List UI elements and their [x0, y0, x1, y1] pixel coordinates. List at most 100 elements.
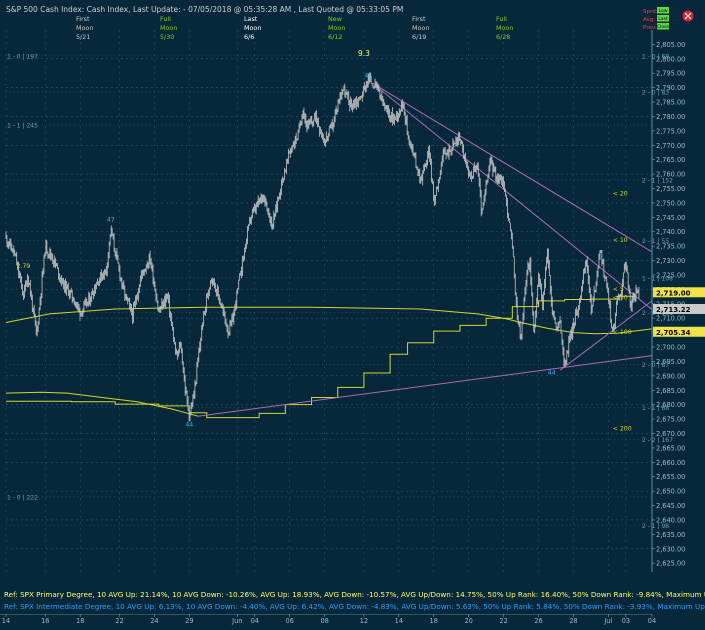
x-tick-label: 22: [115, 617, 123, 625]
annotation-label: 47: [107, 217, 115, 224]
annotation-label: 44: [548, 369, 556, 376]
y-tick-label: 2,725.00: [656, 271, 685, 279]
y-tick-label: 2,780.00: [656, 113, 685, 121]
chart-title: S&P 500 Cash Index: Cash Index, Last Upd…: [6, 5, 403, 14]
y-tick-label: 2,745.00: [656, 214, 685, 222]
moon-phase-name: First: [412, 15, 426, 23]
y-tick-label: 2,755.00: [656, 185, 685, 193]
y-tick-label: 2,655.00: [656, 473, 685, 481]
x-tick-label: 06: [286, 617, 294, 625]
y-tick-label: 2,635.00: [656, 531, 685, 539]
price-chart[interactable]: 1 - 0 | 197 1 - 0 | 682 - 0 | 831 - 1 | 2…: [0, 0, 705, 626]
x-tick-label: 29: [185, 617, 193, 625]
y-tick-label: 2,785.00: [656, 99, 685, 107]
annotation-label: 44: [364, 73, 372, 80]
moon-phase-name: Full: [496, 15, 507, 23]
moon-phase-label: Moon: [160, 24, 177, 32]
x-tick-label: 08: [320, 617, 328, 625]
annotation-label: < 100: [613, 329, 632, 336]
annotation-label: < 5: [613, 286, 624, 293]
x-tick-label: 12: [360, 617, 368, 625]
y-tick-label: 2,680.00: [656, 401, 685, 409]
chart-background: [0, 0, 705, 626]
close-icon[interactable]: [682, 10, 694, 22]
moon-phase-label: Moon: [412, 24, 429, 32]
y-tick-label: 2,750.00: [656, 199, 685, 207]
x-tick-label: 14: [2, 617, 10, 625]
x-tick-label: Jun: [231, 617, 242, 625]
x-tick-label: 16: [41, 617, 49, 625]
y-tick-label: 2,710.00: [656, 315, 685, 323]
y-tick-label: 2,775.00: [656, 127, 685, 135]
y-tick-label: 2,665.00: [656, 444, 685, 452]
y-tick-label: 2,765.00: [656, 156, 685, 164]
y-tick-label: 2,740.00: [656, 228, 685, 236]
fib-label-left: 1 - 1 | 245: [7, 123, 38, 130]
price-tags: 2,719.00 2,713.22 2,705.34: [653, 287, 705, 337]
moon-phase-date: 5/21: [76, 33, 90, 41]
moon-phase-date: 6/19: [412, 33, 426, 41]
price-tag-label: 2,713.22: [656, 306, 691, 314]
annotation-label: < 20: [613, 191, 628, 198]
moon-phase-label: Moon: [76, 24, 93, 32]
moon-phase-date: 5/30: [160, 33, 174, 41]
moon-phase-name: Full: [160, 15, 171, 23]
x-tick-label: 14: [395, 617, 403, 625]
moon-phase-label: Moon: [328, 24, 345, 32]
annotation-label: < 200: [613, 426, 632, 433]
moon-phase-name: First: [76, 15, 90, 23]
y-tick-label: 2,625.00: [656, 560, 685, 568]
moon-phase-name: New: [328, 15, 342, 23]
corner-button-label: Low: [658, 8, 667, 14]
moon-phase-label: Moon: [244, 24, 261, 32]
x-tick-label: 18: [76, 617, 84, 625]
moon-phase-name: Last: [244, 15, 258, 23]
y-tick-label: 2,700.00: [656, 344, 685, 352]
price-tag-label: 2,719.00: [656, 289, 691, 297]
x-tick-label: 18: [430, 617, 438, 625]
footer-primary-degree: Ref: SPX Primary Degree, 10 AVG Up: 21.1…: [4, 590, 705, 599]
y-tick-label: 2,650.00: [656, 488, 685, 496]
corner-button-label: Close: [657, 24, 670, 30]
moon-phase-date: 6/12: [328, 33, 342, 41]
annotation-label: 44: [185, 421, 193, 428]
corner-button-label: Last: [658, 16, 668, 22]
y-tick-label: 2,695.00: [656, 358, 685, 366]
footer-intermediate-degree: Ref: SPX Intermediate Degree, 10 AVG Up:…: [4, 602, 705, 611]
x-tick-label: 26: [534, 617, 542, 625]
x-tick-label: 28: [569, 617, 577, 625]
fib-label-left: 1 - 0 | 197: [7, 53, 38, 60]
y-tick-label: 2,670.00: [656, 430, 685, 438]
moon-phase-date: 6/28: [496, 33, 510, 41]
y-tick-label: 2,640.00: [656, 516, 685, 524]
y-tick-label: 2,770.00: [656, 142, 685, 150]
price-tag-label: 2,705.34: [656, 329, 691, 337]
x-tick-label: 03: [622, 617, 630, 625]
annotation-label: < 50: [613, 294, 628, 301]
annotation-label: 9.3: [358, 49, 370, 58]
x-tick-label: 04: [648, 617, 656, 625]
y-tick-label: 2,795.00: [656, 70, 685, 78]
y-tick-label: 2,760.00: [656, 171, 685, 179]
y-tick-label: 2,790.00: [656, 84, 685, 92]
moon-phase-label: Moon: [496, 24, 513, 32]
annotation-label: 2.79: [17, 263, 31, 270]
chart-window: 1 - 0 | 197 1 - 0 | 68 2 - 0 | 83 1 - 1 | 2…: [0, 0, 705, 626]
fib-label-left: 1 - 0 | 222: [7, 494, 38, 501]
x-tick-label: 20: [464, 617, 472, 625]
y-tick-label: 2,630.00: [656, 545, 685, 553]
y-tick-label: 2,800.00: [656, 55, 685, 63]
x-tick-label: 22: [499, 617, 507, 625]
y-tick-label: 2,730.00: [656, 257, 685, 265]
x-tick-label: Jul: [603, 617, 612, 625]
y-tick-label: 2,805.00: [656, 41, 685, 49]
x-tick-label: 04: [251, 617, 259, 625]
y-tick-label: 2,685.00: [656, 387, 685, 395]
y-tick-label: 2,645.00: [656, 502, 685, 510]
x-tick-label: 24: [150, 617, 158, 625]
y-tick-label: 2,690.00: [656, 372, 685, 380]
annotation-label: < 10: [613, 237, 628, 244]
moon-phase-date: 6/6: [244, 33, 254, 41]
y-tick-label: 2,735.00: [656, 243, 685, 251]
y-tick-label: 2,675.00: [656, 416, 685, 424]
